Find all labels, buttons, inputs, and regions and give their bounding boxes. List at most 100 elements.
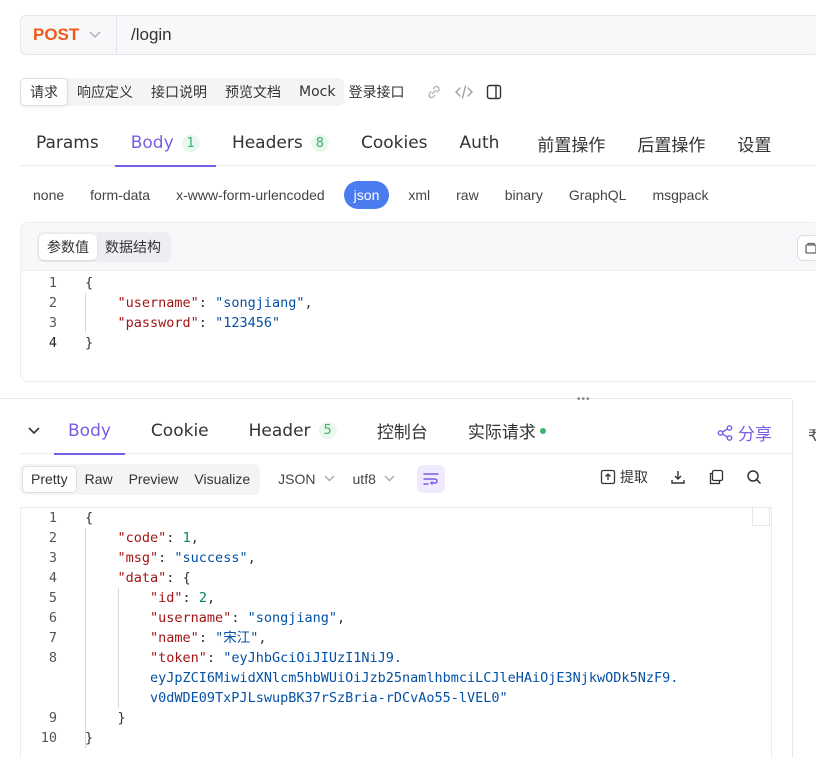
code-line: 1 { [21,508,771,528]
line-number: 4 [48,335,57,351]
request-json-code[interactable]: 1 { 2 "username": "songjiang", 3 "passwo… [21,273,816,353]
tab-post-operations[interactable]: 后置操作 [621,120,721,166]
tab-request[interactable]: 请求 [20,78,68,106]
code-line: 10 } [21,728,771,748]
chevron-down-icon [89,28,101,42]
copy-button[interactable] [708,469,728,485]
line-number: 1 [48,510,57,526]
response-tab-cookie[interactable]: Cookie [131,408,229,454]
status-dot [539,427,546,434]
tab-preview-doc[interactable]: 预览文档 [216,78,290,106]
scrollbar[interactable] [752,507,770,526]
mode-schema[interactable]: 数据结构 [97,234,169,260]
tab-auth[interactable]: Auth [444,120,522,166]
tab-params[interactable]: Params [20,120,115,166]
editor-tool-icon[interactable] [797,235,816,261]
search-button[interactable] [746,469,766,485]
json-string: v0dWDE09TxPJLswupBK37rSzBria-rDCvAo55-lV… [150,690,508,706]
tab-cookies-label: Cookies [360,133,428,153]
tab-pre-operations[interactable]: 前置操作 [521,120,621,166]
view-raw[interactable]: Raw [77,466,121,493]
code-icon[interactable] [455,83,474,101]
code-text: } [85,728,93,748]
line-number: 4 [48,570,57,586]
share-label: 分享 [738,425,772,445]
response-tab-header[interactable]: Header 5 [229,408,357,454]
response-json-code[interactable]: 1 { 2 "code": 1, 3 "msg": "success", 4 "… [21,508,771,748]
tab-cookies[interactable]: Cookies [345,120,444,166]
tab-body[interactable]: Body 1 [114,120,217,167]
json-string: eyJpZCI6MiwidXNlcm5hbWUiOiJzb25namlhbmci… [150,670,679,686]
mode-value[interactable]: 参数值 [39,233,97,260]
share-icon [717,424,733,441]
view-preview[interactable]: Preview [121,466,187,493]
tab-mock[interactable]: Mock [290,78,344,106]
view-pretty[interactable]: Pretty [22,465,77,493]
body-type-msgpack[interactable]: msgpack [639,181,721,209]
body-type-form-data[interactable]: form-data [77,181,163,209]
headers-count-badge: 8 [310,134,329,152]
code-text: "msg": "success", [117,550,256,566]
json-key: "token" [150,650,207,666]
extract-button[interactable]: 提取 [600,467,648,487]
json-string: "success" [174,550,248,566]
json-string: "123456" [215,315,281,331]
view-visualize[interactable]: Visualize [186,466,258,493]
code-text: { [85,273,93,293]
download-button[interactable] [670,469,690,485]
word-wrap-button[interactable] [416,465,445,493]
panel-splitter[interactable]: ••• [0,394,792,405]
line-number: 2 [48,295,57,311]
collapse-chevron-icon[interactable] [20,426,48,435]
tab-body-label: Body [130,133,174,153]
extract-label: 提取 [620,470,648,486]
method-select[interactable]: POST [21,16,117,54]
line-number [21,668,57,688]
encoding-select[interactable]: utf8 [353,471,395,487]
json-string: "songjiang" [215,295,305,311]
line-number: 9 [48,710,57,726]
request-body-editor: 参数值 数据结构 1 { 2 "username": "songjiang", … [20,222,816,382]
body-type-graphql[interactable]: GraphQL [556,181,640,209]
json-key: "msg" [117,550,159,566]
tab-settings[interactable]: 设置 [721,120,787,166]
response-tabs: Body Cookie Header 5 控制台 实际请求 分享 [20,408,792,455]
response-tab-console[interactable]: 控制台 [357,408,448,454]
body-type-none[interactable]: none [20,181,77,209]
brace: { [85,275,94,291]
body-type-json[interactable]: json [343,181,390,209]
link-icon[interactable] [425,83,443,101]
tab-pre-label: 前置操作 [537,135,606,156]
body-type-raw[interactable]: raw [443,181,492,209]
format-select[interactable]: JSON [278,471,335,487]
tab-headers[interactable]: Headers 8 [216,120,345,166]
right-panel-divider[interactable] [792,400,793,758]
request-tabs: Params Body 1 Headers 8 Cookies Auth 前置操… [20,120,816,167]
response-toolbar: Pretty Raw Preview Visualize JSON utf8 提… [20,463,780,495]
brace: { [85,510,94,526]
body-count-badge: 1 [181,134,200,152]
response-tab-body[interactable]: Body [48,408,131,455]
tab-api-description[interactable]: 接口说明 [142,78,216,106]
body-type-urlencoded[interactable]: x-www-form-urlencoded [163,181,338,209]
line-number: 7 [48,630,57,646]
body-type-xml[interactable]: xml [395,181,443,209]
code-text: v0dWDE09TxPJLswupBK37rSzBria-rDCvAo55-lV… [85,688,508,708]
json-key: "id" [150,590,183,606]
brace: } [85,730,94,746]
panel-layout-icon[interactable] [485,83,503,101]
code-line: 4 } [21,333,816,353]
body-type-selector: none form-data x-www-form-urlencoded jso… [20,180,721,210]
code-text: } [85,333,93,353]
url-bar: POST /login [20,15,816,55]
json-string: "songjiang" [247,610,337,626]
tab-response-definition[interactable]: 响应定义 [68,78,142,106]
json-key: "username" [117,295,199,311]
extract-icon [600,469,616,485]
body-type-binary[interactable]: binary [492,181,556,209]
drag-handle-icon[interactable]: ••• [577,394,591,405]
url-input[interactable]: /login [131,25,172,45]
share-button[interactable]: 分享 [716,420,772,445]
code-text: "token": "eyJhbGciOiJIUzI1NiJ9. [150,650,403,666]
response-tab-actual-request[interactable]: 实际请求 [448,408,566,454]
